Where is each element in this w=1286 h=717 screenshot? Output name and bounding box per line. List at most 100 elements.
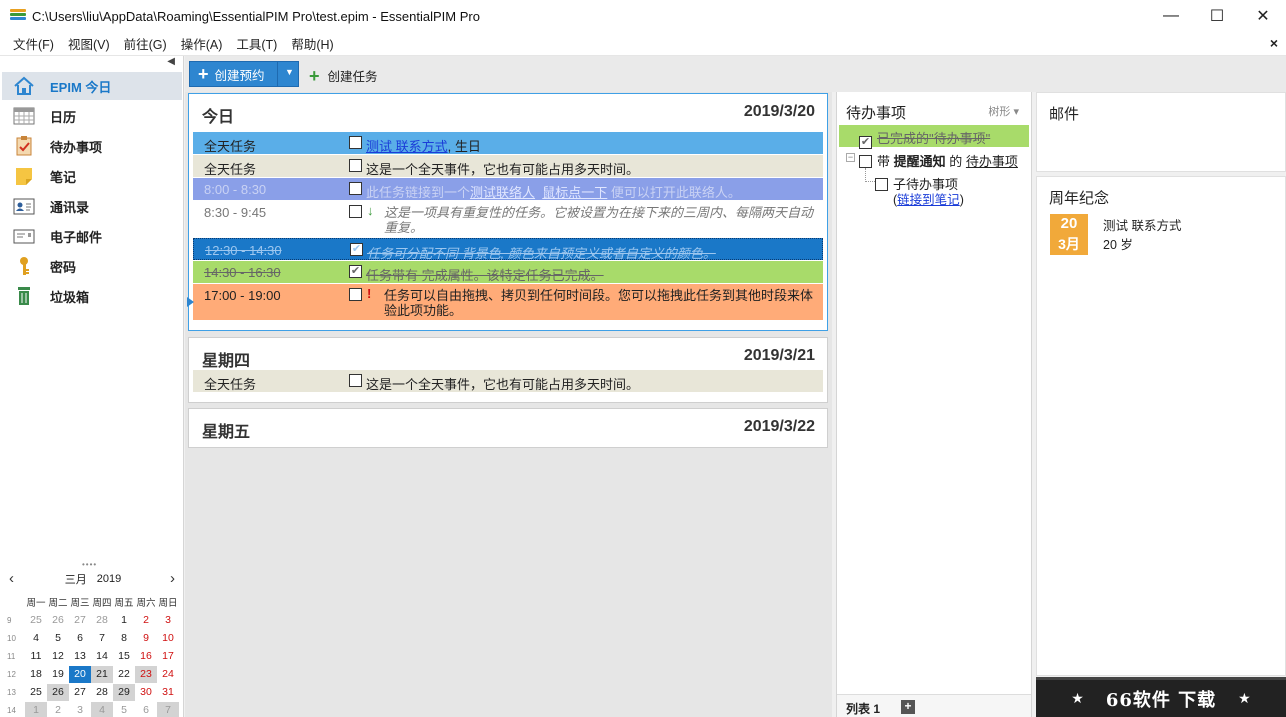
- day-panel-today[interactable]: 今日 2019/3/20 全天任务 测试 联系方式, 生日 全天任务 这是一个全…: [187, 93, 828, 331]
- menu-file[interactable]: 文件(F): [6, 34, 61, 53]
- event-row[interactable]: 17:00 - 19:00 ! 任务可以自由拖拽、拷贝到任何时间段。您可以拖拽此…: [193, 284, 823, 320]
- calendar-day[interactable]: 24: [157, 666, 179, 683]
- calendar-day[interactable]: 13: [69, 648, 91, 665]
- calendar-day[interactable]: 21: [91, 665, 113, 683]
- event-row[interactable]: 12:30 - 14:30 ✔ 任务可分配不同 背景色, 颜色来自预定义或者自定…: [193, 238, 823, 261]
- note-link-row[interactable]: (链接到笔记): [893, 189, 964, 208]
- event-row[interactable]: 全天任务 这是一个全天事件，它也有可能占用多天时间。: [193, 155, 823, 177]
- calendar-day[interactable]: 4: [25, 630, 47, 647]
- mini-calendar-year[interactable]: 2019: [97, 573, 121, 585]
- calendar-day[interactable]: 6: [135, 702, 157, 717]
- event-row[interactable]: 8:30 - 9:45 ↓ 这是一项具有重复性的任务。它被设置为在接下来的三周内…: [193, 201, 823, 237]
- collapse-sidebar-icon[interactable]: ◀: [167, 56, 175, 67]
- event-row[interactable]: 8:00 - 8:30 此任务链接到一个测试联络人 鼠标点一下 便可以打开此联络…: [193, 178, 823, 200]
- menu-tools[interactable]: 工具(T): [229, 34, 284, 53]
- menu-go[interactable]: 前往(G): [117, 34, 174, 53]
- calendar-day[interactable]: 1: [113, 612, 135, 629]
- todo-checkbox[interactable]: [859, 155, 872, 168]
- day-panel-thursday[interactable]: 星期四 2019/3/21 全天任务 这是一个全天事件，它也有可能占用多天时间。: [188, 337, 828, 403]
- mini-calendar-month[interactable]: 三月: [65, 571, 87, 587]
- calendar-day[interactable]: 27: [69, 684, 91, 701]
- calendar-day[interactable]: 11: [25, 648, 47, 665]
- calendar-day[interactable]: 22: [113, 666, 135, 683]
- calendar-day[interactable]: 20: [69, 665, 91, 683]
- sidebar-item-email[interactable]: 电子邮件: [2, 222, 182, 250]
- next-month-icon[interactable]: ›: [170, 570, 175, 587]
- calendar-day[interactable]: 3: [69, 702, 91, 717]
- contact-link[interactable]: 测试联络人: [470, 185, 535, 200]
- tab-list-1[interactable]: 列表 1: [846, 700, 880, 717]
- event-checkbox[interactable]: [349, 136, 362, 149]
- sidebar-item-todo[interactable]: 待办事项: [2, 132, 182, 160]
- tree-collapse-icon[interactable]: −: [846, 153, 855, 162]
- sidebar-item-today[interactable]: EPIM 今日: [2, 72, 182, 100]
- calendar-day[interactable]: 7: [91, 630, 113, 647]
- calendar-day[interactable]: 27: [69, 612, 91, 629]
- maximize-button[interactable]: ☐: [1194, 0, 1240, 32]
- sidebar-item-trash[interactable]: 垃圾箱: [2, 282, 182, 310]
- event-row[interactable]: 全天任务 这是一个全天事件，它也有可能占用多天时间。: [193, 370, 823, 392]
- calendar-day[interactable]: 6: [69, 630, 91, 647]
- calendar-day[interactable]: 30: [135, 684, 157, 701]
- calendar-day[interactable]: 15: [113, 648, 135, 665]
- click-link[interactable]: 鼠标点一下: [542, 185, 607, 200]
- contact-link[interactable]: 测试 联系方式: [366, 139, 448, 154]
- new-task-button[interactable]: + 创建任务: [309, 66, 378, 85]
- dropdown-arrow-icon[interactable]: ▼: [285, 67, 294, 77]
- splitter-grip[interactable]: ••••: [82, 560, 102, 569]
- close-button[interactable]: ✕: [1240, 0, 1286, 32]
- calendar-day[interactable]: 4: [91, 701, 113, 717]
- calendar-day[interactable]: 28: [91, 684, 113, 701]
- calendar-day[interactable]: 16: [135, 648, 157, 665]
- calendar-day[interactable]: 28: [91, 612, 113, 629]
- calendar-day[interactable]: 10: [157, 630, 179, 647]
- calendar-day[interactable]: 1: [25, 701, 47, 717]
- event-checkbox[interactable]: [349, 288, 362, 301]
- todo-link[interactable]: 待办事项: [966, 154, 1018, 169]
- calendar-day[interactable]: 7: [157, 701, 179, 717]
- calendar-day[interactable]: 2: [135, 612, 157, 629]
- calendar-day[interactable]: 23: [135, 665, 157, 683]
- calendar-day[interactable]: 3: [157, 612, 179, 629]
- minimize-button[interactable]: —: [1148, 0, 1194, 32]
- calendar-day[interactable]: 8: [113, 630, 135, 647]
- calendar-day[interactable]: 31: [157, 684, 179, 701]
- calendar-day[interactable]: 14: [91, 648, 113, 665]
- menu-view[interactable]: 视图(V): [61, 34, 117, 53]
- todo-item[interactable]: 带 提醒通知 的 待办事项: [859, 151, 1018, 170]
- sidebar-item-contacts[interactable]: 通讯录: [2, 192, 182, 220]
- day-panel-friday[interactable]: 星期五 2019/3/22: [188, 408, 828, 448]
- calendar-day[interactable]: 18: [25, 666, 47, 683]
- calendar-day[interactable]: 5: [113, 702, 135, 717]
- event-checkbox[interactable]: [349, 159, 362, 172]
- sidebar-item-notes[interactable]: 笔记: [2, 162, 182, 190]
- event-row[interactable]: 14:30 - 16:30 ✔ 任务带有 完成属性。该特定任务已完成。: [193, 261, 823, 283]
- event-checkbox[interactable]: ✔: [349, 265, 362, 278]
- calendar-day[interactable]: 25: [25, 684, 47, 701]
- event-checkbox[interactable]: [349, 182, 362, 195]
- calendar-day[interactable]: 2: [47, 702, 69, 717]
- calendar-day[interactable]: 5: [47, 630, 69, 647]
- calendar-day[interactable]: 25: [25, 612, 47, 629]
- event-row[interactable]: 全天任务 测试 联系方式, 生日: [193, 132, 823, 154]
- new-appointment-button[interactable]: + 创建预约 ▼: [189, 61, 299, 87]
- todo-view-mode-dropdown[interactable]: 树形 ▾: [988, 103, 1019, 119]
- calendar-day[interactable]: 26: [47, 683, 69, 701]
- calendar-day[interactable]: 17: [157, 648, 179, 665]
- calendar-day[interactable]: 9: [135, 630, 157, 647]
- todo-checkbox[interactable]: [875, 178, 888, 191]
- sidebar-item-passwords[interactable]: 密码: [2, 252, 182, 280]
- calendar-day[interactable]: 29: [113, 683, 135, 701]
- calendar-day[interactable]: 26: [47, 612, 69, 629]
- menu-actions[interactable]: 操作(A): [174, 34, 230, 53]
- prev-month-icon[interactable]: ‹: [9, 570, 14, 587]
- event-checkbox[interactable]: [349, 374, 362, 387]
- note-link[interactable]: 链接到笔记: [897, 193, 960, 207]
- menu-help[interactable]: 帮助(H): [284, 34, 340, 53]
- anniversary-contact[interactable]: 测试 联系方式: [1103, 215, 1181, 234]
- sidebar-item-calendar[interactable]: 日历: [2, 102, 182, 130]
- calendar-day[interactable]: 12: [47, 648, 69, 665]
- todo-checkbox[interactable]: ✔: [859, 136, 872, 149]
- close-document-icon[interactable]: ×: [1270, 35, 1278, 51]
- add-list-icon[interactable]: +: [901, 700, 915, 714]
